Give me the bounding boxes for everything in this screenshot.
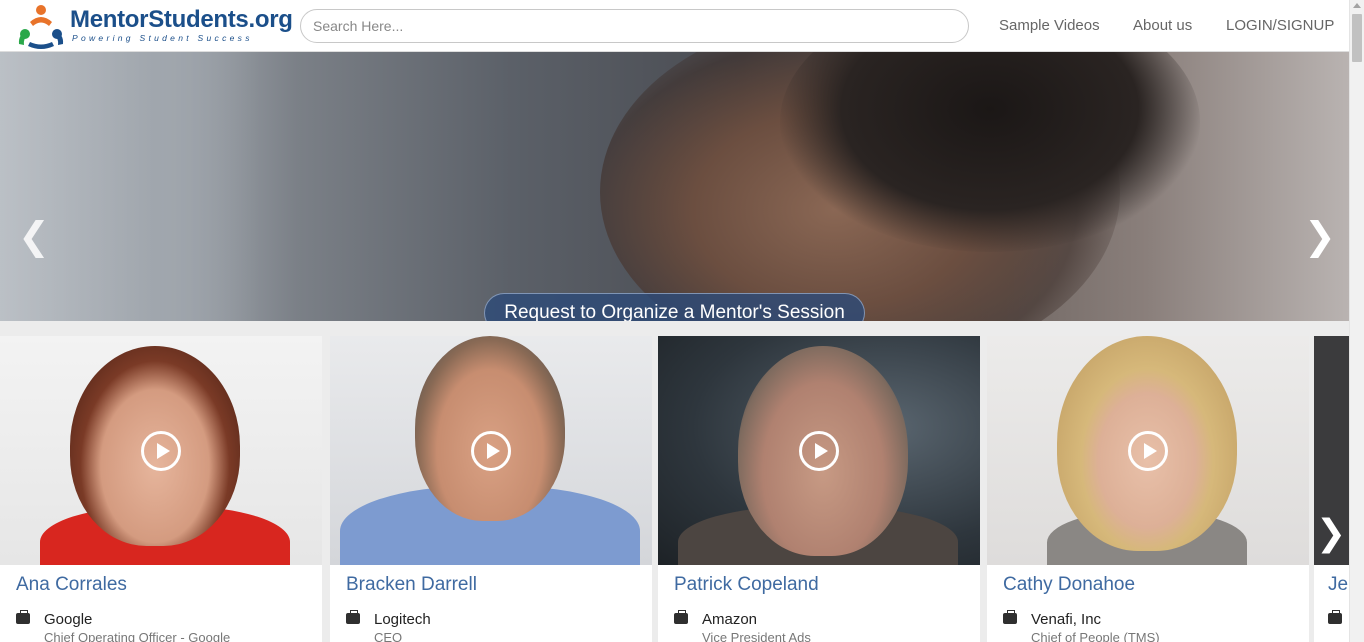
- site-header: MentorStudents.org Powering Student Succ…: [0, 0, 1349, 52]
- carousel-next-chevron-icon[interactable]: ❯: [1316, 516, 1346, 552]
- request-session-button[interactable]: Request to Organize a Mentor's Session: [484, 293, 865, 321]
- play-video-icon[interactable]: [1128, 431, 1168, 471]
- mentor-photo[interactable]: [658, 336, 980, 565]
- briefcase-icon: [16, 610, 30, 624]
- mentor-role: Vice President Ads: [702, 630, 811, 642]
- mentor-card-partial[interactable]: Je: [1314, 336, 1349, 642]
- logo-tagline: Powering Student Success: [72, 33, 253, 43]
- briefcase-icon: [346, 610, 360, 624]
- mentor-card[interactable]: Ana Corrales Google Chief Operating Offi…: [0, 336, 322, 642]
- briefcase-icon: [1003, 610, 1017, 624]
- mentor-company: Logitech: [374, 611, 431, 628]
- nav-about-us[interactable]: About us: [1133, 17, 1192, 34]
- chevron-right-icon[interactable]: ❯: [1304, 217, 1336, 255]
- play-video-icon[interactable]: [799, 431, 839, 471]
- mentor-company: Venafi, Inc: [1031, 611, 1102, 628]
- mentor-role: Chief of People (TMS): [1031, 630, 1160, 642]
- briefcase-icon: [674, 610, 688, 624]
- search-input[interactable]: [300, 9, 969, 43]
- mentor-name[interactable]: Bracken Darrell: [346, 574, 477, 596]
- mentor-name[interactable]: Je: [1328, 574, 1348, 596]
- mentor-name[interactable]: Ana Corrales: [16, 574, 127, 596]
- play-video-icon[interactable]: [471, 431, 511, 471]
- mentor-photo[interactable]: [987, 336, 1309, 565]
- hero-background-window: [0, 52, 260, 321]
- hero-banner: ❮ ❯ Request to Organize a Mentor's Sessi…: [0, 52, 1349, 321]
- mentor-photo[interactable]: [0, 336, 322, 565]
- mentor-company: Google: [44, 611, 93, 628]
- mentor-carousel: Ana Corrales Google Chief Operating Offi…: [0, 336, 1349, 642]
- logo-title: MentorStudents.org: [70, 6, 293, 33]
- mentor-card[interactable]: Cathy Donahoe Venafi, Inc Chief of Peopl…: [987, 336, 1309, 642]
- mentor-company: Amazon: [702, 611, 758, 628]
- mentor-name[interactable]: Cathy Donahoe: [1003, 574, 1135, 596]
- nav-login-signup[interactable]: LOGIN/SIGNUP: [1226, 17, 1334, 34]
- mentor-photo[interactable]: [330, 336, 652, 565]
- mentor-people-logo-icon: [18, 5, 64, 49]
- chevron-left-icon[interactable]: ❮: [18, 217, 50, 255]
- briefcase-icon: [1328, 610, 1342, 624]
- mentor-card[interactable]: Patrick Copeland Amazon Vice President A…: [658, 336, 980, 642]
- scroll-thumb[interactable]: [1352, 14, 1362, 62]
- mentor-card[interactable]: Bracken Darrell Logitech CEO: [330, 336, 652, 642]
- site-logo[interactable]: MentorStudents.org Powering Student Succ…: [16, 2, 293, 50]
- mentor-name[interactable]: Patrick Copeland: [674, 574, 819, 596]
- play-video-icon[interactable]: [141, 431, 181, 471]
- scroll-up-arrow-icon[interactable]: [1353, 3, 1361, 8]
- nav-sample-videos[interactable]: Sample Videos: [999, 17, 1100, 34]
- page-scrollbar[interactable]: [1349, 0, 1364, 642]
- mentor-role: CEO: [374, 630, 403, 642]
- mentor-role: Chief Operating Officer - Google: [44, 630, 231, 642]
